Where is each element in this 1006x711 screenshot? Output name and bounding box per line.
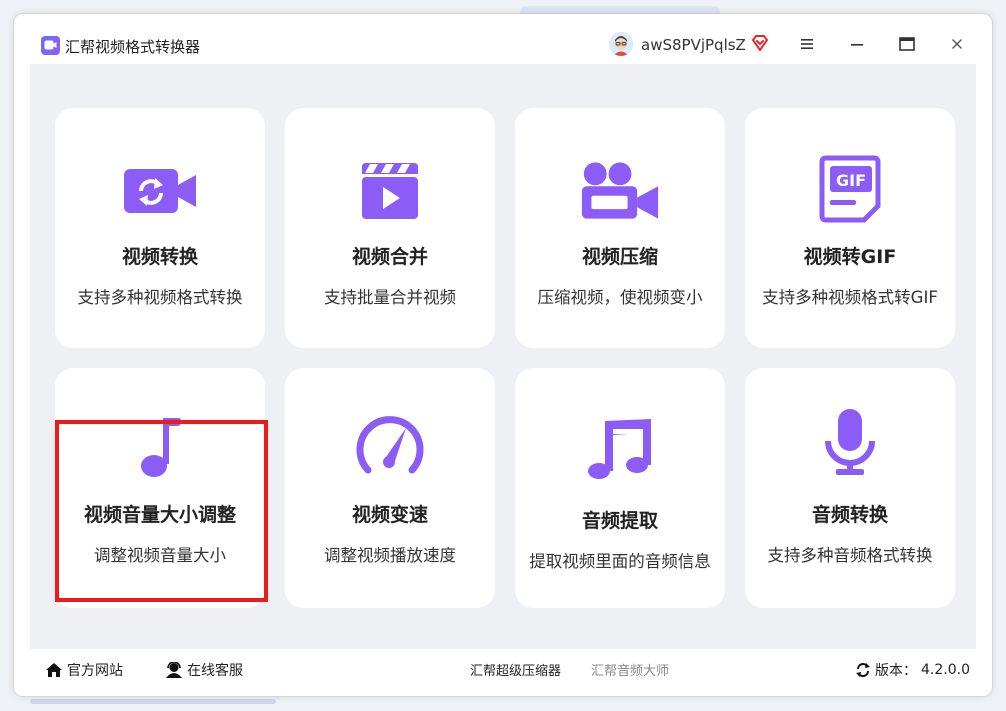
video-convert-icon [120, 156, 200, 226]
user-avatar[interactable] [609, 32, 633, 56]
card-title: 视频转GIF [803, 246, 897, 268]
online-support-link[interactable]: 在线客服 [165, 660, 243, 680]
card-description: 压缩视频，使视频变小 [537, 288, 703, 307]
card-title: 视频压缩 [581, 246, 658, 268]
username[interactable]: awS8PVjPqlsZ [641, 36, 746, 54]
maximize-icon[interactable] [893, 32, 921, 56]
official-website-label: 官方网站 [67, 663, 123, 679]
close-icon[interactable] [943, 32, 971, 56]
card-description: 调整视频播放速度 [324, 546, 456, 565]
official-website-link[interactable]: 官方网站 [45, 660, 123, 680]
card-description: 支持批量合并视频 [324, 288, 456, 307]
online-support-label: 在线客服 [187, 663, 243, 679]
card-description: 支持多种音频格式转换 [767, 546, 933, 565]
minimize-icon[interactable] [843, 32, 871, 56]
super-compressor-link[interactable]: 汇帮超级压缩器 [470, 660, 561, 679]
music-notes-icon [580, 414, 660, 484]
card-video-compress[interactable]: 视频压缩 压缩视频，使视频变小 [515, 108, 725, 348]
card-description: 支持多种视频格式转换 [77, 288, 243, 307]
speedometer-icon [350, 412, 430, 482]
audio-master-link[interactable]: 汇帮音频大师 [591, 660, 669, 679]
card-description: 支持多种视频格式转GIF [762, 288, 938, 307]
highlight-annotation-box [55, 420, 268, 602]
card-video-to-gif[interactable]: GIF 视频转GIF 支持多种视频格式转GIF [745, 108, 955, 348]
desktop-taskbar-hint [30, 699, 276, 704]
card-title: 音频转换 [811, 504, 888, 526]
vip-diamond-icon[interactable] [751, 34, 769, 52]
version-label: 版本： [875, 663, 917, 679]
app-title: 汇帮视频格式转换器 [65, 38, 201, 56]
card-title: 音频提取 [581, 510, 658, 532]
support-agent-icon [166, 662, 182, 678]
card-audio-convert[interactable]: 音频转换 支持多种音频格式转换 [745, 368, 955, 608]
app-logo-icon [41, 36, 60, 55]
card-video-speed[interactable]: 视频变速 调整视频播放速度 [285, 368, 495, 608]
microphone-icon [810, 408, 890, 478]
svg-text:GIF: GIF [836, 171, 866, 190]
video-compress-icon [580, 156, 660, 226]
home-icon [46, 663, 62, 677]
video-merge-icon [350, 156, 430, 226]
tool-grid: 视频转换 支持多种视频格式转换 视频合并 支持批量合并视频 视频压缩 压缩视频，… [30, 64, 976, 649]
card-audio-extract[interactable]: 音频提取 提取视频里面的音频信息 [515, 368, 725, 608]
version-info[interactable]: 版本： 4.2.0.0 [855, 660, 970, 680]
card-title: 视频变速 [351, 504, 428, 526]
refresh-icon [856, 663, 870, 677]
card-video-merge[interactable]: 视频合并 支持批量合并视频 [285, 108, 495, 348]
card-title: 视频合并 [351, 246, 428, 268]
card-video-convert[interactable]: 视频转换 支持多种视频格式转换 [55, 108, 265, 348]
card-title: 视频转换 [121, 246, 198, 268]
title-bar[interactable]: 汇帮视频格式转换器 awS8PVjPqlsZ [14, 14, 992, 64]
gif-icon: GIF [810, 154, 890, 224]
card-description: 提取视频里面的音频信息 [529, 552, 711, 571]
menu-icon[interactable] [793, 32, 821, 56]
app-window: 汇帮视频格式转换器 awS8PVjPqlsZ 视频转换 支持多种视频格式转换 视… [14, 14, 992, 696]
version-number: 4.2.0.0 [921, 662, 970, 678]
